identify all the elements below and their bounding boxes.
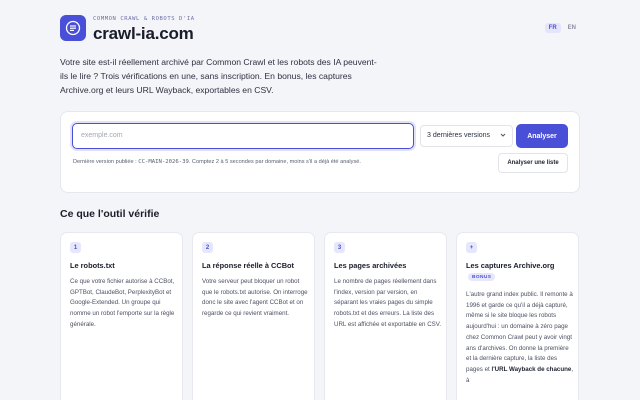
card-number: 3 (334, 242, 345, 253)
versions-select[interactable]: 3 dernières versions (420, 125, 513, 147)
versions-select-value: 3 dernières versions (427, 132, 491, 139)
logo[interactable] (60, 15, 86, 41)
domain-input[interactable]: exemple.com (72, 123, 414, 149)
meta-suffix: . Comptez 2 à 5 secondes par domaine, mo… (188, 159, 361, 165)
bonus-badge: BONUS (468, 273, 496, 281)
intro-text: Votre site est-il réellement archivé par… (60, 57, 377, 95)
card-body: Votre serveur peut bloquer un robot que … (202, 278, 308, 318)
card-body: Ce que votre fichier autorise à CCBot, G… (70, 278, 175, 328)
card-title: Les pages archivées (334, 261, 407, 270)
feature-card-ccbot: 2 La réponse réelle à CCBot Votre serveu… (192, 232, 315, 400)
lang-fr-button[interactable]: FR (544, 23, 561, 33)
feature-card-archive: + Les captures Archive.org BONUS L'autre… (456, 232, 579, 400)
latest-version-id: CC-MAIN-2026-39 (138, 159, 189, 165)
card-body-part: L'autre grand index public. Il remonte à… (466, 291, 573, 373)
chevron-down-icon (500, 133, 506, 137)
brand-tagline: COMMON CRAWL & ROBOTS D'IA (93, 16, 195, 22)
feature-card-robots: 1 Le robots.txt Ce que votre fichier aut… (60, 232, 183, 400)
document-list-icon (65, 20, 81, 36)
feature-card-pages: 3 Les pages archivées Le nombre de pages… (324, 232, 447, 400)
analyse-list-button[interactable]: Analyser une liste (498, 153, 568, 173)
card-body-bold: l'URL Wayback de chacune (491, 365, 572, 373)
card-body: Le nombre de pages réellement dans l'ind… (334, 278, 442, 328)
lang-en-button[interactable]: EN (564, 23, 580, 33)
card-title: Les captures Archive.org (466, 261, 555, 270)
card-body: L'autre grand index public. Il remonte à… (466, 290, 574, 386)
card-title: La réponse réelle à CCBot (202, 261, 295, 270)
site-name[interactable]: crawl-ia.com (93, 24, 194, 44)
card-number: + (466, 242, 477, 253)
card-number: 2 (202, 242, 213, 253)
card-number: 1 (70, 242, 81, 253)
language-switcher: FR EN (544, 23, 580, 33)
card-title: Le robots.txt (70, 261, 115, 270)
search-card: exemple.com 3 dernières versions Analyse… (60, 111, 580, 193)
header: COMMON CRAWL & ROBOTS D'IA crawl-ia.com … (60, 15, 580, 45)
latest-version-info: Dernière version publiée : CC-MAIN-2026-… (73, 159, 361, 165)
section-title: Ce que l'outil vérifie (60, 208, 160, 220)
analyse-button[interactable]: Analyser (516, 124, 568, 148)
meta-prefix: Dernière version publiée : (73, 159, 139, 165)
